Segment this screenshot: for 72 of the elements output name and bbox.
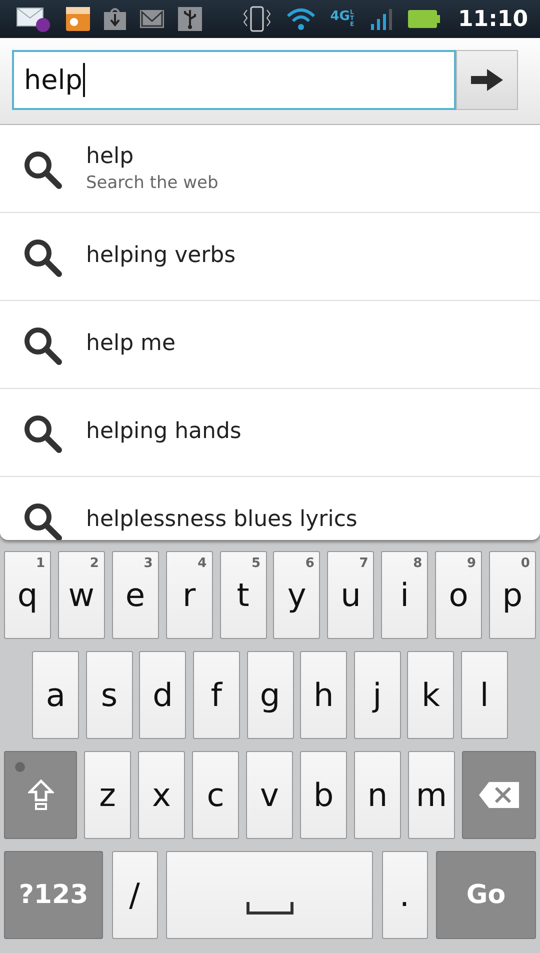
suggestion-subtext: Search the web [86, 172, 218, 193]
backspace-key[interactable] [462, 751, 536, 839]
key[interactable]: w 2 [58, 551, 105, 639]
key[interactable]: k [407, 651, 454, 739]
search-icon [22, 500, 62, 540]
battery-icon [408, 10, 440, 28]
signal-icon [370, 8, 394, 30]
key[interactable]: c [192, 751, 239, 839]
key[interactable]: h [300, 651, 348, 739]
key[interactable]: p 0 [488, 551, 536, 639]
key-hint: 9 [466, 556, 476, 571]
space-icon [246, 902, 294, 916]
shift-key[interactable] [4, 751, 77, 839]
key-hint: 7 [359, 556, 368, 571]
key[interactable]: i 8 [381, 551, 428, 639]
key-hint: 3 [144, 556, 153, 571]
clock: 11:10 [458, 6, 528, 32]
key[interactable]: v [246, 751, 293, 839]
arrow-icon [471, 69, 503, 91]
shift-icon [28, 779, 54, 811]
key[interactable]: o 9 [435, 551, 482, 639]
vibrate-icon [242, 6, 272, 32]
key-hint: 1 [36, 556, 45, 571]
key-hint: 0 [520, 556, 530, 571]
suggestion-text: helping verbs [86, 243, 236, 270]
space-key[interactable] [166, 851, 373, 939]
suggestion-text: helping hands [86, 419, 242, 446]
key[interactable]: u 7 [327, 551, 374, 639]
key[interactable]: j [354, 651, 401, 739]
app-icon [66, 7, 90, 31]
key[interactable]: b [300, 751, 347, 839]
key[interactable]: t 5 [220, 551, 266, 639]
suggestion-text: help me [86, 331, 176, 358]
key-hint: 2 [90, 556, 99, 571]
wifi-icon [286, 7, 316, 31]
go-button[interactable] [456, 50, 518, 110]
suggestion-item[interactable]: help Search the web [0, 125, 540, 213]
key[interactable]: z [84, 751, 131, 839]
key[interactable]: . [382, 851, 428, 939]
key-hint: 8 [413, 556, 422, 571]
suggestion-item[interactable]: helping hands [0, 389, 540, 477]
search-icon [22, 148, 62, 188]
key[interactable]: q 1 [4, 551, 51, 639]
key[interactable]: f [192, 651, 240, 739]
key[interactable]: n [354, 751, 401, 839]
usb-icon [178, 7, 202, 31]
search-icon [22, 236, 62, 276]
suggestion-text: helplessness blues lyrics [86, 507, 358, 534]
key[interactable]: l [460, 651, 508, 739]
key[interactable]: s [86, 651, 133, 739]
backspace-icon [479, 782, 519, 808]
suggestion-item[interactable]: helping verbs [0, 213, 540, 301]
suggestion-text: help [86, 144, 135, 171]
key[interactable]: y 6 [273, 551, 320, 639]
search-icon [22, 412, 62, 452]
key[interactable]: d [139, 651, 186, 739]
key[interactable]: r 4 [166, 551, 213, 639]
search-icon [22, 324, 62, 364]
key-hint: 5 [251, 556, 260, 571]
key-hint: 4 [198, 556, 207, 571]
key[interactable]: x [138, 751, 185, 839]
key[interactable]: a [32, 651, 80, 739]
suggestion-item[interactable]: help me [0, 301, 540, 389]
key-hint: 6 [305, 556, 314, 571]
search-field[interactable]: help [12, 50, 456, 110]
key[interactable]: / [112, 851, 158, 939]
mail-icon [16, 6, 52, 32]
download-icon [104, 8, 126, 30]
key[interactable]: g [246, 651, 294, 739]
key[interactable]: e 3 [112, 551, 159, 639]
key[interactable]: m [408, 751, 455, 839]
mail-icon [140, 9, 164, 29]
